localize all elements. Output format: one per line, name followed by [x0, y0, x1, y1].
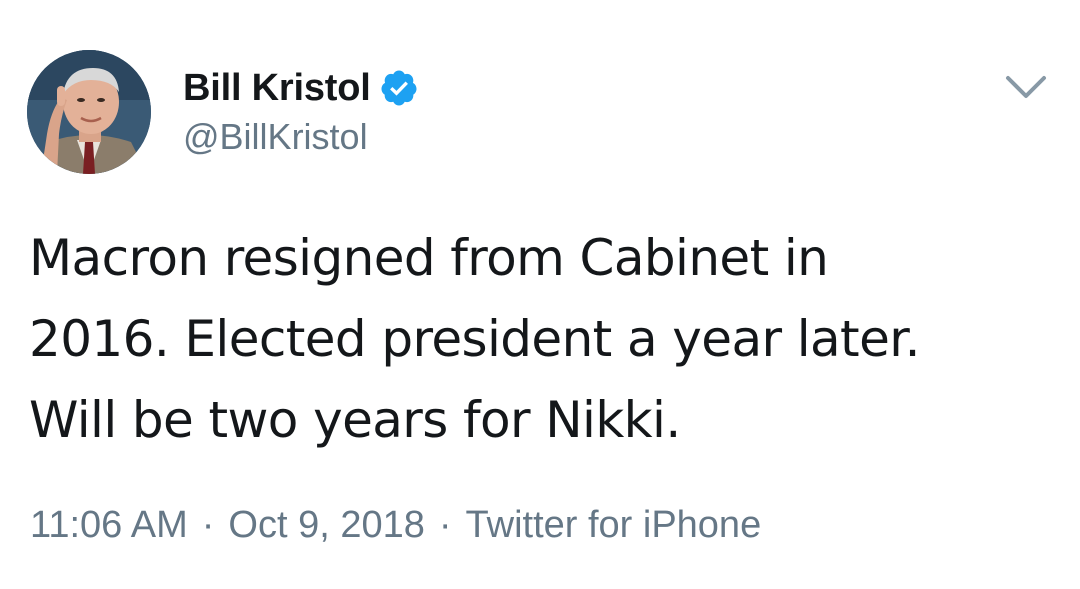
avatar[interactable] — [27, 50, 151, 174]
display-name-row: Bill Kristol — [183, 66, 419, 110]
tweet-metadata: 11:06 AM · Oct 9, 2018 · Twitter for iPhone — [30, 504, 761, 547]
avatar-image — [27, 50, 151, 174]
tweet-card[interactable]: Bill Kristol @BillKristol Macron resigne… — [0, 0, 1080, 589]
meta-separator: · — [438, 504, 452, 546]
author-handle[interactable]: @BillKristol — [183, 116, 419, 158]
meta-separator: · — [201, 504, 215, 546]
tweet-date[interactable]: Oct 9, 2018 — [228, 504, 424, 546]
display-name[interactable]: Bill Kristol — [183, 67, 371, 110]
tweet-header: Bill Kristol @BillKristol — [27, 50, 1080, 176]
tweet-time[interactable]: 11:06 AM — [30, 504, 188, 546]
tweet-text: Macron resigned from Cabinet in 2016. El… — [29, 229, 920, 449]
verified-badge-icon — [379, 68, 419, 108]
author-names: Bill Kristol @BillKristol — [183, 66, 419, 158]
tweet-source[interactable]: Twitter for iPhone — [466, 504, 762, 546]
chevron-down-icon[interactable] — [1002, 70, 1050, 104]
